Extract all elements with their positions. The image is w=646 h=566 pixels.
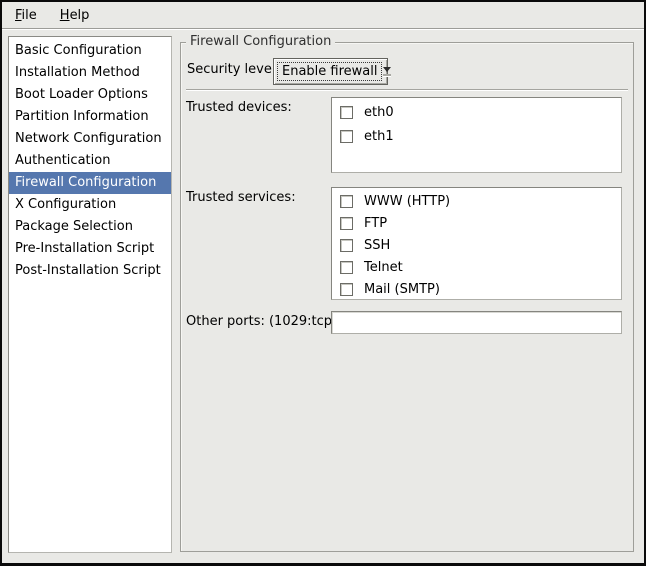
list-item-www-http[interactable]: WWW (HTTP) [332, 190, 621, 212]
sidebar-item-installation-method[interactable]: Installation Method [9, 62, 171, 84]
sidebar-item-network-configuration[interactable]: Network Configuration [9, 128, 171, 150]
sidebar-item-x-configuration[interactable]: X Configuration [9, 194, 171, 216]
sidebar-item-basic-configuration[interactable]: Basic Configuration [9, 40, 171, 62]
frame-title: Firewall Configuration [186, 34, 335, 50]
menu-help[interactable]: Help [57, 6, 93, 25]
list-item-ssh[interactable]: SSH [332, 234, 621, 256]
telnet-label: Telnet [364, 260, 403, 275]
list-item-mail-smtp[interactable]: Mail (SMTP) [332, 278, 621, 300]
list-item-telnet[interactable]: Telnet [332, 256, 621, 278]
list-item-eth0[interactable]: eth0 [332, 100, 621, 124]
menu-file-rest: ile [22, 8, 37, 23]
trusted-devices-list: eth0 eth1 [331, 97, 622, 173]
mail-smtp-label: Mail (SMTP) [364, 282, 440, 297]
trusted-devices-label: Trusted devices: [186, 100, 292, 116]
sidebar-item-post-installation-script[interactable]: Post-Installation Script [9, 260, 171, 282]
ssh-checkbox[interactable] [340, 239, 353, 252]
category-list: Basic Configuration Installation Method … [8, 36, 172, 553]
menu-help-rest: elp [70, 8, 90, 23]
kickstart-configurator-window: File Help Basic Configuration Installati… [0, 0, 646, 566]
menu-help-accel: H [60, 8, 70, 23]
trusted-services-label: Trusted services: [186, 190, 296, 206]
eth0-checkbox[interactable] [340, 106, 353, 119]
eth1-checkbox[interactable] [340, 130, 353, 143]
security-level-dropdown[interactable]: Enable firewall [273, 58, 388, 85]
eth0-label: eth0 [364, 105, 394, 120]
sidebar-item-boot-loader-options[interactable]: Boot Loader Options [9, 84, 171, 106]
ssh-label: SSH [364, 238, 390, 253]
menubar: File Help [2, 2, 644, 29]
dropdown-arrow-icon [383, 59, 391, 84]
trusted-services-list: WWW (HTTP) FTP SSH Telnet Mail (SMTP) [331, 187, 622, 300]
sidebar-item-package-selection[interactable]: Package Selection [9, 216, 171, 238]
security-level-label: Security level: [187, 62, 280, 78]
ftp-checkbox[interactable] [340, 217, 353, 230]
sidebar-item-pre-installation-script[interactable]: Pre-Installation Script [9, 238, 171, 260]
mail-smtp-checkbox[interactable] [340, 283, 353, 296]
sidebar-item-partition-information[interactable]: Partition Information [9, 106, 171, 128]
sidebar-item-firewall-configuration[interactable]: Firewall Configuration [9, 172, 171, 194]
section-separator [186, 89, 628, 91]
list-item-ftp[interactable]: FTP [332, 212, 621, 234]
list-item-eth1[interactable]: eth1 [332, 124, 621, 148]
telnet-checkbox[interactable] [340, 261, 353, 274]
ftp-label: FTP [364, 216, 387, 231]
eth1-label: eth1 [364, 129, 394, 144]
other-ports-input[interactable] [331, 311, 622, 334]
menu-file[interactable]: File [12, 6, 40, 25]
sidebar-item-authentication[interactable]: Authentication [9, 150, 171, 172]
security-level-value: Enable firewall [277, 62, 382, 81]
www-http-label: WWW (HTTP) [364, 194, 450, 209]
www-http-checkbox[interactable] [340, 195, 353, 208]
other-ports-label: Other ports: (1029:tcp) [186, 314, 337, 330]
